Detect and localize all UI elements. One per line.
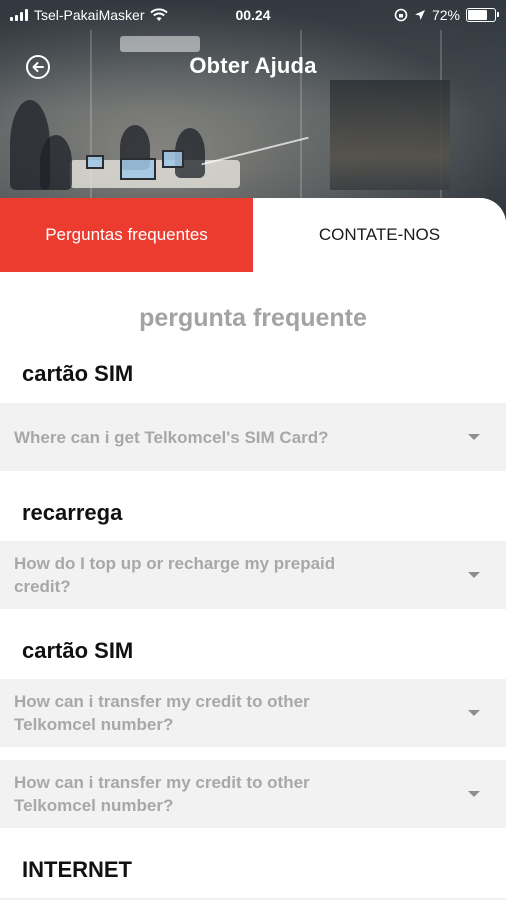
battery-icon xyxy=(466,8,499,22)
status-bar: Tsel-PakaiMasker 00.24 72% xyxy=(0,0,506,30)
tab-contact-us[interactable]: CONTATE-NOS xyxy=(253,198,506,272)
back-button[interactable] xyxy=(26,55,50,79)
category-title-sim-card: cartão SIM xyxy=(22,638,134,663)
faq-question: How can i transfer my credit to other Te… xyxy=(14,773,310,815)
back-arrow-circle-icon xyxy=(32,62,44,72)
tab-bar: Perguntas frequentes CONTATE-NOS xyxy=(0,198,506,272)
location-arrow-icon xyxy=(414,10,425,20)
battery-percentage: 72% xyxy=(431,7,460,23)
faq-item[interactable]: Where can i get Telkomcel's SIM Card? xyxy=(0,403,506,471)
screen-lock-icon xyxy=(394,8,408,22)
page-title: Obter Ajuda xyxy=(189,53,317,78)
chevron-down-icon xyxy=(468,791,480,797)
category-title-sim-card: cartão SIM xyxy=(22,361,134,386)
signal-icon xyxy=(10,9,28,21)
faq-item[interactable]: How can i transfer my credit to other Te… xyxy=(0,760,506,828)
chevron-down-icon xyxy=(468,434,480,440)
faq-question: Where can i get Telkomcel's SIM Card? xyxy=(14,427,329,447)
chevron-down-icon xyxy=(468,572,480,578)
faq-question: How do I top up or recharge my prepaid c… xyxy=(14,554,336,596)
wifi-icon xyxy=(150,8,169,21)
section-heading: pergunta frequente xyxy=(139,304,367,332)
nav-header: Obter Ajuda xyxy=(0,38,506,94)
faq-content: pergunta frequente cartão SIM Where can … xyxy=(0,272,506,900)
category-title-internet: INTERNET xyxy=(22,857,132,882)
tab-faq[interactable]: Perguntas frequentes xyxy=(0,198,253,272)
faq-item[interactable]: How can i transfer my credit to other Te… xyxy=(0,679,506,747)
carrier-name: Tsel-PakaiMasker xyxy=(34,7,145,23)
category-title-recharge: recarrega xyxy=(22,500,123,525)
chevron-down-icon xyxy=(468,710,480,716)
faq-question: How can i transfer my credit to other Te… xyxy=(14,692,310,734)
faq-item[interactable]: How do I top up or recharge my prepaid c… xyxy=(0,541,506,609)
